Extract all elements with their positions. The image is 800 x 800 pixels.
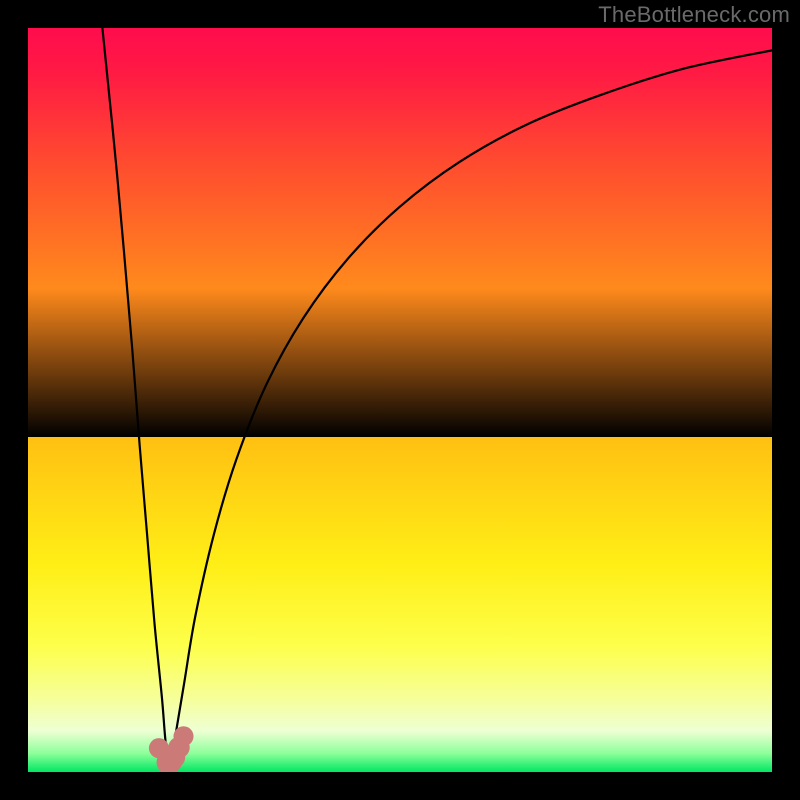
bottleneck-curve xyxy=(28,28,772,772)
chart-frame: TheBottleneck.com xyxy=(0,0,800,800)
watermark-text: TheBottleneck.com xyxy=(598,2,790,28)
curve-marker xyxy=(173,726,193,746)
plot-area xyxy=(28,28,772,772)
